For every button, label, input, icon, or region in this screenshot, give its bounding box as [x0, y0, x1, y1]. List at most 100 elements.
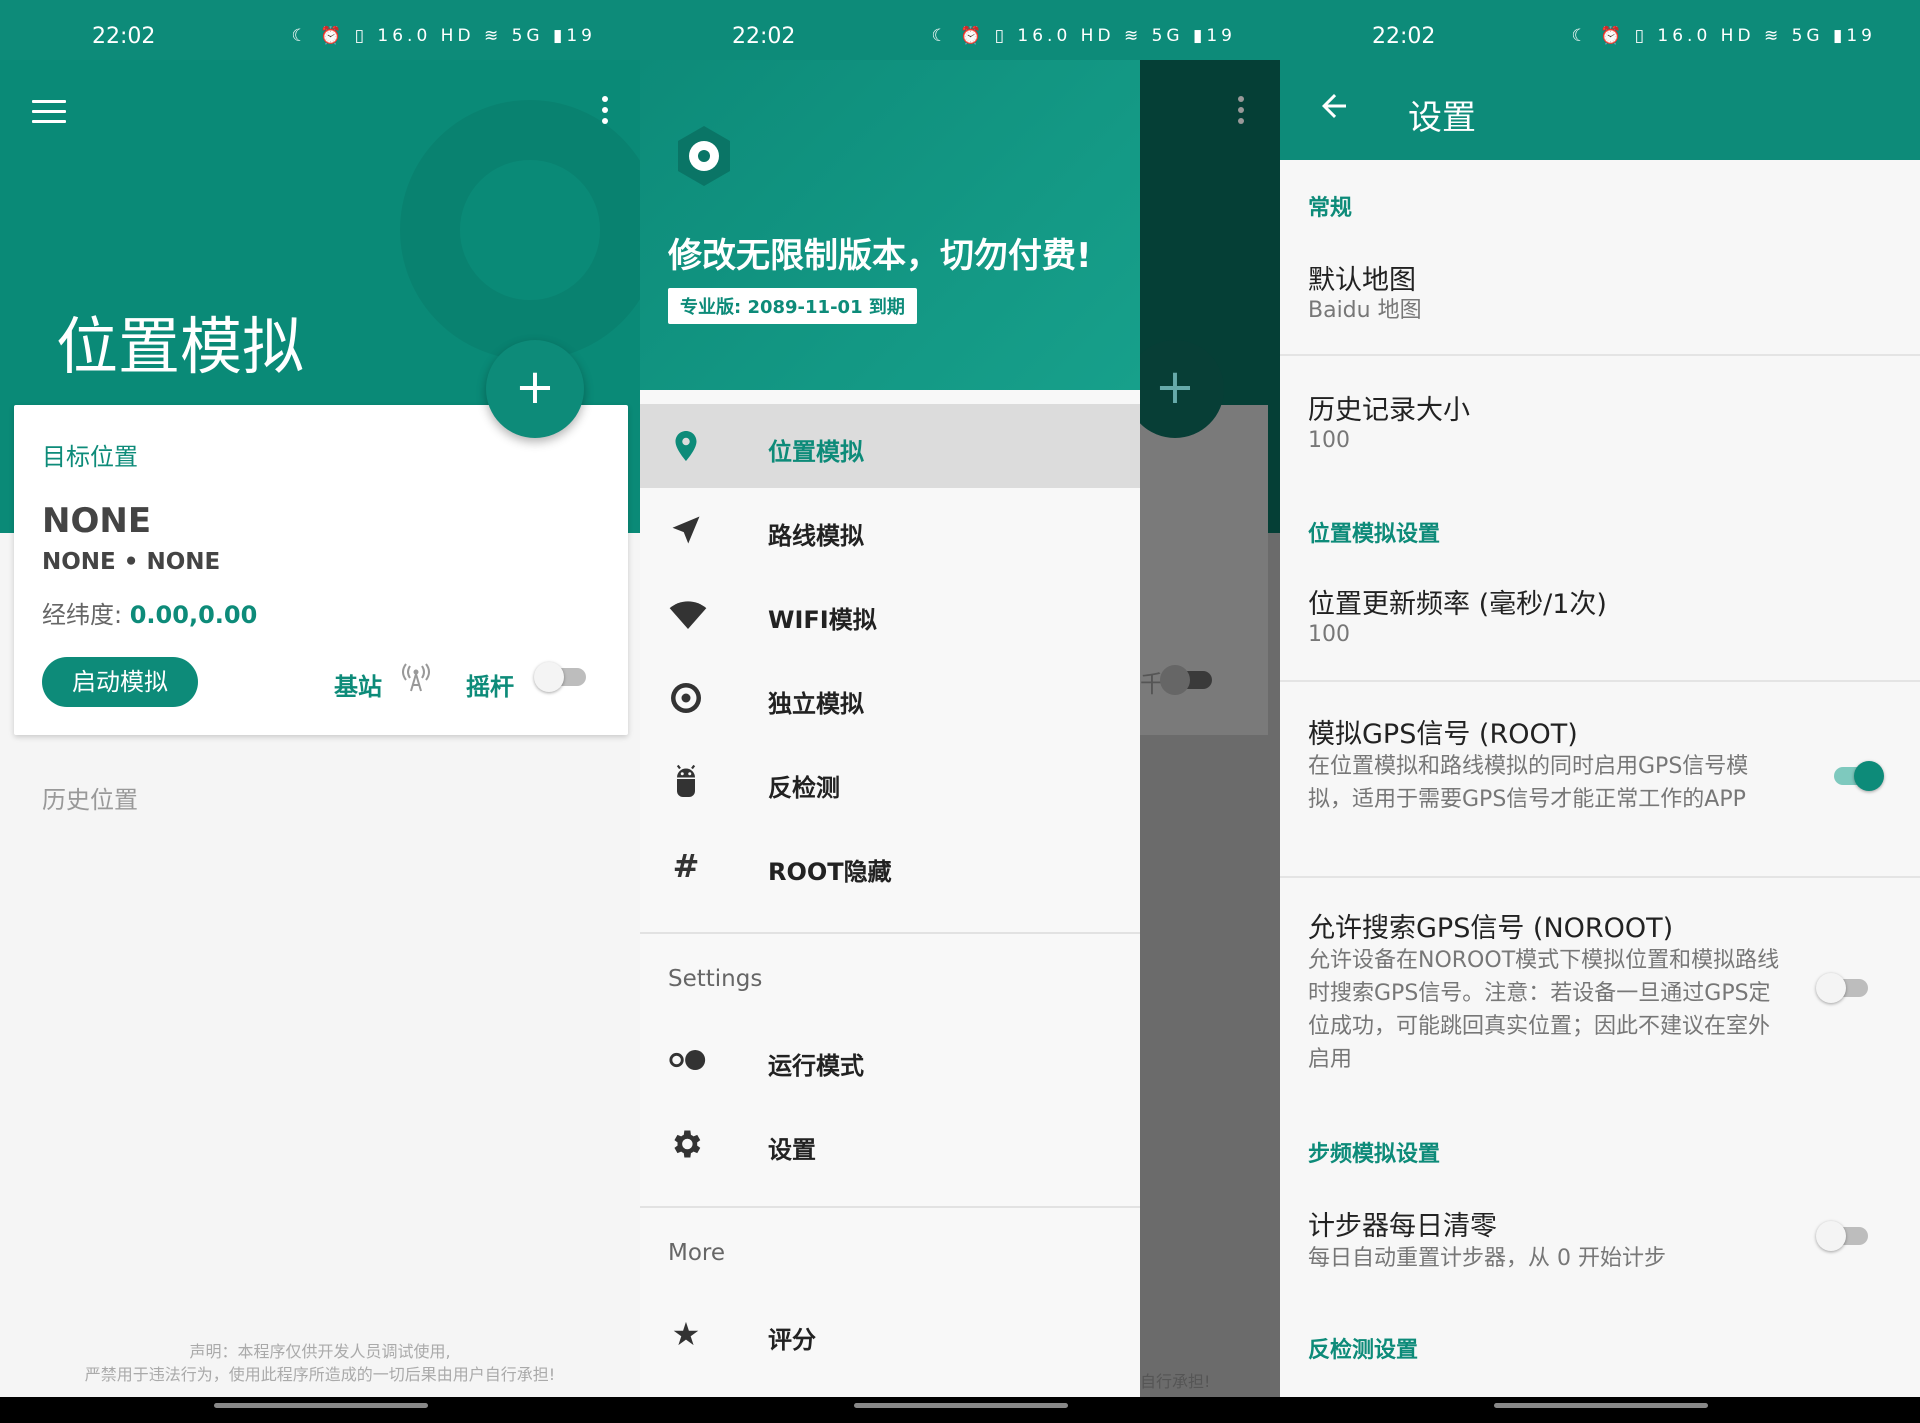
- main-screen: 22:02 ☾ ⏰ ▯ 16.0 HD ≋ 5G ▮19 位置模拟 目标位置 N…: [0, 0, 640, 1423]
- status-time: 22:02: [92, 24, 156, 49]
- navigation-arrow-icon: [668, 512, 704, 548]
- location-pin-icon: [668, 428, 704, 464]
- drawer-item-label: 设置: [768, 1136, 816, 1164]
- add-location-button[interactable]: +: [486, 340, 584, 438]
- drawer-divider: [640, 932, 1140, 934]
- pref-description: 允许设备在NOROOT模式下模拟位置和模拟路线时搜索GPS信号。注意：若设备一旦…: [1308, 948, 1780, 1072]
- place-name: NONE: [42, 501, 152, 541]
- drawer-item-label: ROOT隐藏: [768, 858, 892, 886]
- page-title: 位置模拟: [56, 310, 305, 383]
- pref-divider: [1280, 876, 1920, 878]
- drawer-item-label: WIFI模拟: [768, 606, 877, 634]
- scrim-partial-disclaimer: 自行承担!: [1140, 1372, 1211, 1391]
- step-reset-toggle[interactable]: [1816, 1220, 1872, 1251]
- back-arrow-icon[interactable]: [1316, 88, 1352, 124]
- drawer-divider: [640, 1206, 1140, 1208]
- target-location-label: 目标位置: [42, 443, 138, 471]
- status-icons: ☾ ⏰ ▯ 16.0 HD ≋ 5G ▮19: [291, 26, 596, 46]
- navigation-drawer: 修改无限制版本，切勿付费! 专业版: 2089-11-01 到期 位置模拟 路线…: [640, 60, 1140, 1397]
- gear-icon: [668, 1126, 704, 1162]
- drawer-item-wifi[interactable]: WIFI模拟: [640, 572, 1140, 656]
- pref-value: Baidu 地图: [1308, 298, 1422, 323]
- hash-icon: #: [672, 847, 700, 885]
- place-subtitle: NONE • NONE: [42, 549, 221, 575]
- category-location: 位置模拟设置: [1308, 522, 1441, 547]
- disclaimer-line-1: 声明：本程序仅供开发人员调试使用,: [189, 1342, 451, 1361]
- pref-description: 每日自动重置计步器，从 0 开始计步: [1308, 1246, 1666, 1271]
- drawer-item-standalone[interactable]: 独立模拟: [640, 656, 1140, 740]
- drawer-section-settings: Settings: [668, 966, 763, 992]
- menu-icon[interactable]: [32, 100, 66, 124]
- drawer-item-run-mode[interactable]: 运行模式: [640, 1018, 1140, 1102]
- android-icon: [668, 764, 704, 800]
- category-antidetect: 反检测设置: [1308, 1338, 1419, 1363]
- pref-description: 在位置模拟和路线模拟的同时启用GPS信号模拟，适用于需要GPS信号才能正常工作的…: [1308, 754, 1749, 812]
- category-general: 常规: [1308, 196, 1353, 221]
- scrim-fab: +: [1126, 340, 1224, 438]
- scrim-toggle: [1160, 664, 1216, 695]
- status-icons: ☾ ⏰ ▯ 16.0 HD ≋ 5G ▮19: [931, 26, 1236, 46]
- status-bar: 22:02 ☾ ⏰ ▯ 16.0 HD ≋ 5G ▮19: [1280, 0, 1920, 60]
- license-badge: 专业版: 2089-11-01 到期: [668, 288, 917, 324]
- pref-value: 100: [1308, 622, 1350, 647]
- disclaimer-line-2: 严禁用于违法行为，使用此程序所造成的一切后果由用户自行承担!: [84, 1365, 556, 1384]
- drawer-item-route[interactable]: 路线模拟: [640, 488, 1140, 572]
- drawer-item-label: 运行模式: [768, 1052, 864, 1080]
- drawer-item-settings[interactable]: 设置: [640, 1102, 1140, 1186]
- drawer-item-rate[interactable]: ★ 评分: [640, 1292, 1140, 1376]
- category-step: 步频模拟设置: [1308, 1142, 1441, 1167]
- settings-screen: 22:02 ☾ ⏰ ▯ 16.0 HD ≋ 5G ▮19 设置 常规 默认地图 …: [1280, 0, 1920, 1423]
- antenna-icon[interactable]: [402, 663, 430, 700]
- status-bar: 22:02 ☾ ⏰ ▯ 16.0 HD ≋ 5G ▮19: [640, 0, 1280, 60]
- header-decoration: [400, 100, 640, 360]
- drawer-item-antidetect[interactable]: 反检测: [640, 740, 1140, 824]
- more-options-icon[interactable]: [600, 96, 610, 128]
- target-location-card: 目标位置 NONE NONE • NONE 经纬度: 0.00,0.00 启动模…: [14, 405, 628, 735]
- wifi-icon: [668, 596, 707, 632]
- star-icon: ★: [671, 1315, 701, 1353]
- drawer-item-label: 位置模拟: [768, 438, 864, 466]
- gps-noroot-toggle[interactable]: [1816, 972, 1872, 1003]
- status-icons: ☾ ⏰ ▯ 16.0 HD ≋ 5G ▮19: [1571, 26, 1876, 46]
- gps-root-toggle[interactable]: [1828, 760, 1884, 791]
- drawer-screen: 22:02 ☾ ⏰ ▯ 16.0 HD ≋ 5G ▮19 + 千 自行承担! 修…: [640, 0, 1280, 1423]
- pref-title: 默认地图: [1308, 265, 1416, 296]
- drawer-item-root-hide[interactable]: # ROOT隐藏: [640, 824, 1140, 908]
- settings-title: 设置: [1408, 98, 1476, 138]
- status-time: 22:02: [1372, 24, 1436, 49]
- coordinates: 经纬度: 0.00,0.00: [42, 595, 257, 630]
- joystick-toggle[interactable]: [534, 661, 590, 692]
- gesture-bar: [0, 1397, 640, 1423]
- status-bar: 22:02 ☾ ⏰ ▯ 16.0 HD ≋ 5G ▮19: [0, 0, 640, 60]
- drawer-item-label: 反检测: [768, 774, 840, 802]
- pref-title: 计步器每日清零: [1308, 1211, 1497, 1242]
- drawer-item-location[interactable]: 位置模拟: [640, 404, 1140, 488]
- pref-title: 位置更新频率 (毫秒/1次): [1308, 589, 1607, 620]
- drawer-item-label: 路线模拟: [768, 522, 864, 550]
- drawer-header: 修改无限制版本，切勿付费! 专业版: 2089-11-01 到期: [640, 60, 1140, 390]
- coordinates-label: 经纬度:: [42, 601, 123, 629]
- drawer-section-more: More: [668, 1240, 726, 1266]
- pref-divider: [1280, 680, 1920, 682]
- drawer-promo-text: 修改无限制版本，切勿付费!: [668, 236, 1092, 276]
- coordinates-value: 0.00,0.00: [129, 601, 258, 629]
- start-simulation-button[interactable]: 启动模拟: [42, 657, 198, 707]
- more-options-icon: [1238, 96, 1244, 129]
- history-header: 历史位置: [42, 786, 138, 814]
- drawer-item-label: 评分: [768, 1326, 816, 1354]
- disclaimer: 声明：本程序仅供开发人员调试使用, 严禁用于违法行为，使用此程序所造成的一切后果…: [0, 1340, 640, 1386]
- pref-value: 100: [1308, 428, 1350, 453]
- base-station-button[interactable]: 基站: [334, 667, 382, 702]
- settings-list: 常规 默认地图 Baidu 地图 历史记录大小 100 位置模拟设置 位置更新频…: [1280, 160, 1920, 1397]
- gesture-bar: [640, 1397, 1280, 1423]
- drawer-item-label: 独立模拟: [768, 690, 864, 718]
- pref-title: 允许搜索GPS信号 (NOROOT): [1308, 913, 1674, 944]
- radio-target-icon: [668, 680, 704, 716]
- joystick-label: 摇杆: [466, 673, 514, 701]
- status-time: 22:02: [732, 24, 796, 49]
- pref-title: 模拟GPS信号 (ROOT): [1308, 719, 1578, 750]
- settings-toolbar: 设置: [1280, 60, 1920, 160]
- pref-divider: [1280, 354, 1920, 356]
- pref-title: 历史记录大小: [1308, 395, 1470, 426]
- toggle-dots-icon: [668, 1042, 706, 1078]
